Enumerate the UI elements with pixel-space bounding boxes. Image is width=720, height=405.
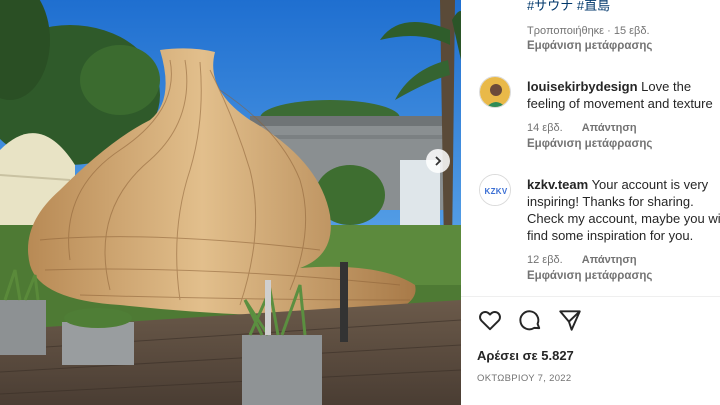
- paper-plane-icon: [559, 310, 581, 331]
- comment-time: 14 εβδ.: [527, 122, 563, 134]
- chevron-right-icon: [435, 156, 442, 166]
- comment-time: 12 εβδ.: [527, 254, 563, 266]
- like-button[interactable]: [477, 307, 503, 333]
- caption-hashtags[interactable]: #サウナ #直島: [527, 0, 610, 14]
- likes-count[interactable]: Αρέσει σε 5.827: [477, 348, 574, 363]
- reply-button[interactable]: Απάντηση: [582, 254, 637, 266]
- avatar-logo-text: KZKV: [484, 186, 508, 196]
- avatar[interactable]: [479, 76, 511, 108]
- post-photo[interactable]: [0, 0, 461, 405]
- comment-button[interactable]: [517, 307, 543, 333]
- share-button[interactable]: [557, 307, 583, 333]
- caption-edited-time: Τροποποιήθηκε · 15 εβδ.: [527, 25, 650, 37]
- photo-image: [0, 0, 461, 405]
- post-actions: [477, 307, 583, 333]
- caption-see-translation[interactable]: Εμφάνιση μετάφρασης: [527, 40, 652, 52]
- comment-username[interactable]: louisekirbydesign: [527, 79, 638, 94]
- post-side-panel: #サウナ #直島 Τροποποιήθηκε · 15 εβδ. Εμφάνισ…: [461, 0, 720, 405]
- user-avatar-icon: [480, 77, 510, 107]
- avatar[interactable]: KZKV: [479, 174, 511, 206]
- comment-bubble-icon: [519, 310, 541, 331]
- next-photo-button[interactable]: [426, 149, 450, 173]
- comment-see-translation[interactable]: Εμφάνιση μετάφρασης: [527, 138, 652, 150]
- comment-username[interactable]: kzkv.team: [527, 177, 588, 192]
- heart-icon: [479, 311, 501, 331]
- comments-list[interactable]: #サウナ #直島 Τροποποιήθηκε · 15 εβδ. Εμφάνισ…: [461, 0, 720, 296]
- section-divider: [461, 296, 720, 297]
- post-date[interactable]: ΟΚΤΩΒΡΙΟΥ 7, 2022: [477, 373, 571, 384]
- comment-see-translation[interactable]: Εμφάνιση μετάφρασης: [527, 270, 652, 282]
- reply-button[interactable]: Απάντηση: [582, 122, 637, 134]
